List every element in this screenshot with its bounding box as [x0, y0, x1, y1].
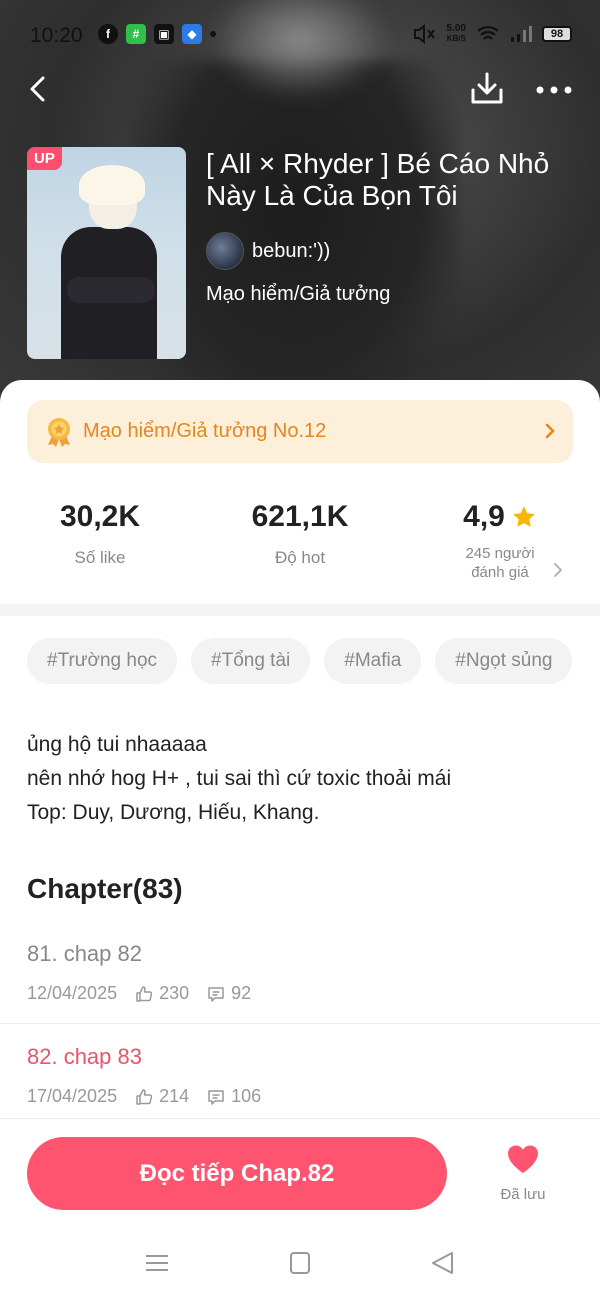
hot-stat: 621,1K Độ hot [200, 500, 400, 568]
status-time: 10:20 [30, 24, 83, 47]
stats-row: 30,2K Số like 621,1K Độ hot 4,9 245 ngườ… [0, 500, 600, 600]
shopping-bag-icon: ▣ [154, 24, 174, 44]
tag-chip[interactable]: #Tổng tài [191, 638, 311, 684]
more-notifications-icon [210, 31, 216, 37]
thumbs-up-icon [136, 1088, 153, 1105]
description-line: ủng hộ tui nhaaaaa [27, 733, 207, 756]
comment-icon [208, 1089, 224, 1105]
hot-label: Độ hot [274, 548, 326, 567]
home-square-icon[interactable] [285, 1250, 315, 1276]
story-title: [ All × Rhyder ] Bé Cáo Nhỏ Này Là Của B… [206, 148, 550, 211]
mute-icon [413, 24, 435, 44]
chapter-date: 17/04/2025 [27, 1086, 118, 1106]
speed-unit: KB/S [446, 34, 466, 43]
likes-label: Số like [74, 548, 126, 567]
chevron-right-icon [545, 423, 555, 439]
hot-value: 621,1K [251, 500, 349, 533]
chapter-title: 82. chap 83 [27, 1044, 142, 1069]
wifi-icon [477, 26, 499, 40]
rating-stat[interactable]: 4,9 245 người đánh giá [400, 500, 600, 582]
story-description: ủng hộ tui nhaaaaa nên nhớ hog H+ , tui … [27, 728, 451, 830]
ranking-label: Mạo hiểm/Giả tưởng No.12 [83, 420, 327, 442]
thumbs-up-icon [136, 985, 153, 1002]
app-notification-icon: # [126, 24, 146, 44]
system-icons: 5.00 KB/S 98 [411, 24, 572, 44]
likes-stat: 30,2K Số like [0, 500, 200, 568]
status-bar: 10:20 f # ▣ ◆ 5.00 KB/S 98 [0, 0, 600, 72]
description-line: nên nhớ hog H+ , tui sai thì cứ toxic th… [27, 767, 452, 790]
more-dots-icon[interactable] [534, 80, 574, 100]
author-link[interactable]: bebun:')) [206, 232, 330, 270]
tag-chip[interactable]: #Trường học [27, 638, 178, 684]
chapter-meta: 17/04/2025 214 106 [27, 1086, 261, 1107]
facebook-icon: f [98, 24, 118, 44]
chapter-likes: 230 [159, 983, 190, 1003]
menu-icon[interactable] [142, 1250, 172, 1276]
tag-list: #Trường học #Tổng tài #Mafia #Ngọt sủng [27, 638, 573, 684]
comment-icon [208, 986, 224, 1002]
chapter-row[interactable]: 81. chap 82 12/04/2025 230 92 [0, 941, 600, 1021]
rating-value: 4,9 [463, 500, 505, 533]
app-icon: ◆ [182, 24, 202, 44]
chapter-likes: 214 [159, 1086, 190, 1106]
notification-icons: f # ▣ ◆ [98, 24, 216, 44]
star-icon [513, 506, 535, 527]
author-name: bebun:')) [252, 239, 331, 262]
update-badge: UP [27, 147, 62, 170]
chapter-comments: 106 [231, 1086, 262, 1106]
author-avatar [206, 232, 244, 270]
section-divider [0, 604, 600, 616]
back-triangle-icon[interactable] [428, 1250, 458, 1276]
likes-value: 30,2K [59, 500, 141, 533]
network-speed: 5.00 KB/S [447, 24, 466, 44]
ranking-banner[interactable]: Mạo hiểm/Giả tưởng No.12 [27, 400, 573, 463]
tag-chip[interactable]: #Mafia [324, 638, 422, 684]
heart-icon [508, 1145, 538, 1173]
battery-icon: 98 [542, 26, 572, 42]
rating-label-text: đánh giá [471, 564, 529, 581]
description-line: Top: Duy, Dương, Hiếu, Khang. [27, 801, 320, 824]
chapter-divider [0, 1023, 600, 1024]
back-chevron-left-icon[interactable] [22, 72, 56, 106]
continue-reading-button[interactable]: Đọc tiếp Chap.82 [27, 1137, 447, 1210]
rating-count: 245 người đánh giá [400, 544, 600, 582]
rating-chevron-right-icon[interactable] [553, 562, 563, 578]
chapter-title: 81. chap 82 [27, 941, 142, 966]
saved-button[interactable]: Đã lưu [490, 1143, 556, 1203]
tag-chip[interactable]: #Ngọt sủng [435, 638, 573, 684]
medal-icon [48, 417, 70, 447]
chapter-comments: 92 [231, 983, 252, 1003]
rating-count-text: 245 người [465, 545, 535, 562]
story-cover-image [27, 147, 186, 359]
chapter-row[interactable]: 82. chap 83 17/04/2025 214 106 [0, 1044, 600, 1114]
speed-value: 5.00 [446, 23, 466, 34]
chapter-meta: 12/04/2025 230 92 [27, 983, 251, 1004]
download-icon[interactable] [468, 70, 506, 108]
signal-icon [511, 26, 532, 42]
story-genre: Mạo hiểm/Giả tưởng [206, 283, 391, 305]
chapter-heading: Chapter(83) [27, 873, 183, 904]
chapter-date: 12/04/2025 [27, 983, 118, 1003]
saved-label: Đã lưu [500, 1186, 546, 1203]
